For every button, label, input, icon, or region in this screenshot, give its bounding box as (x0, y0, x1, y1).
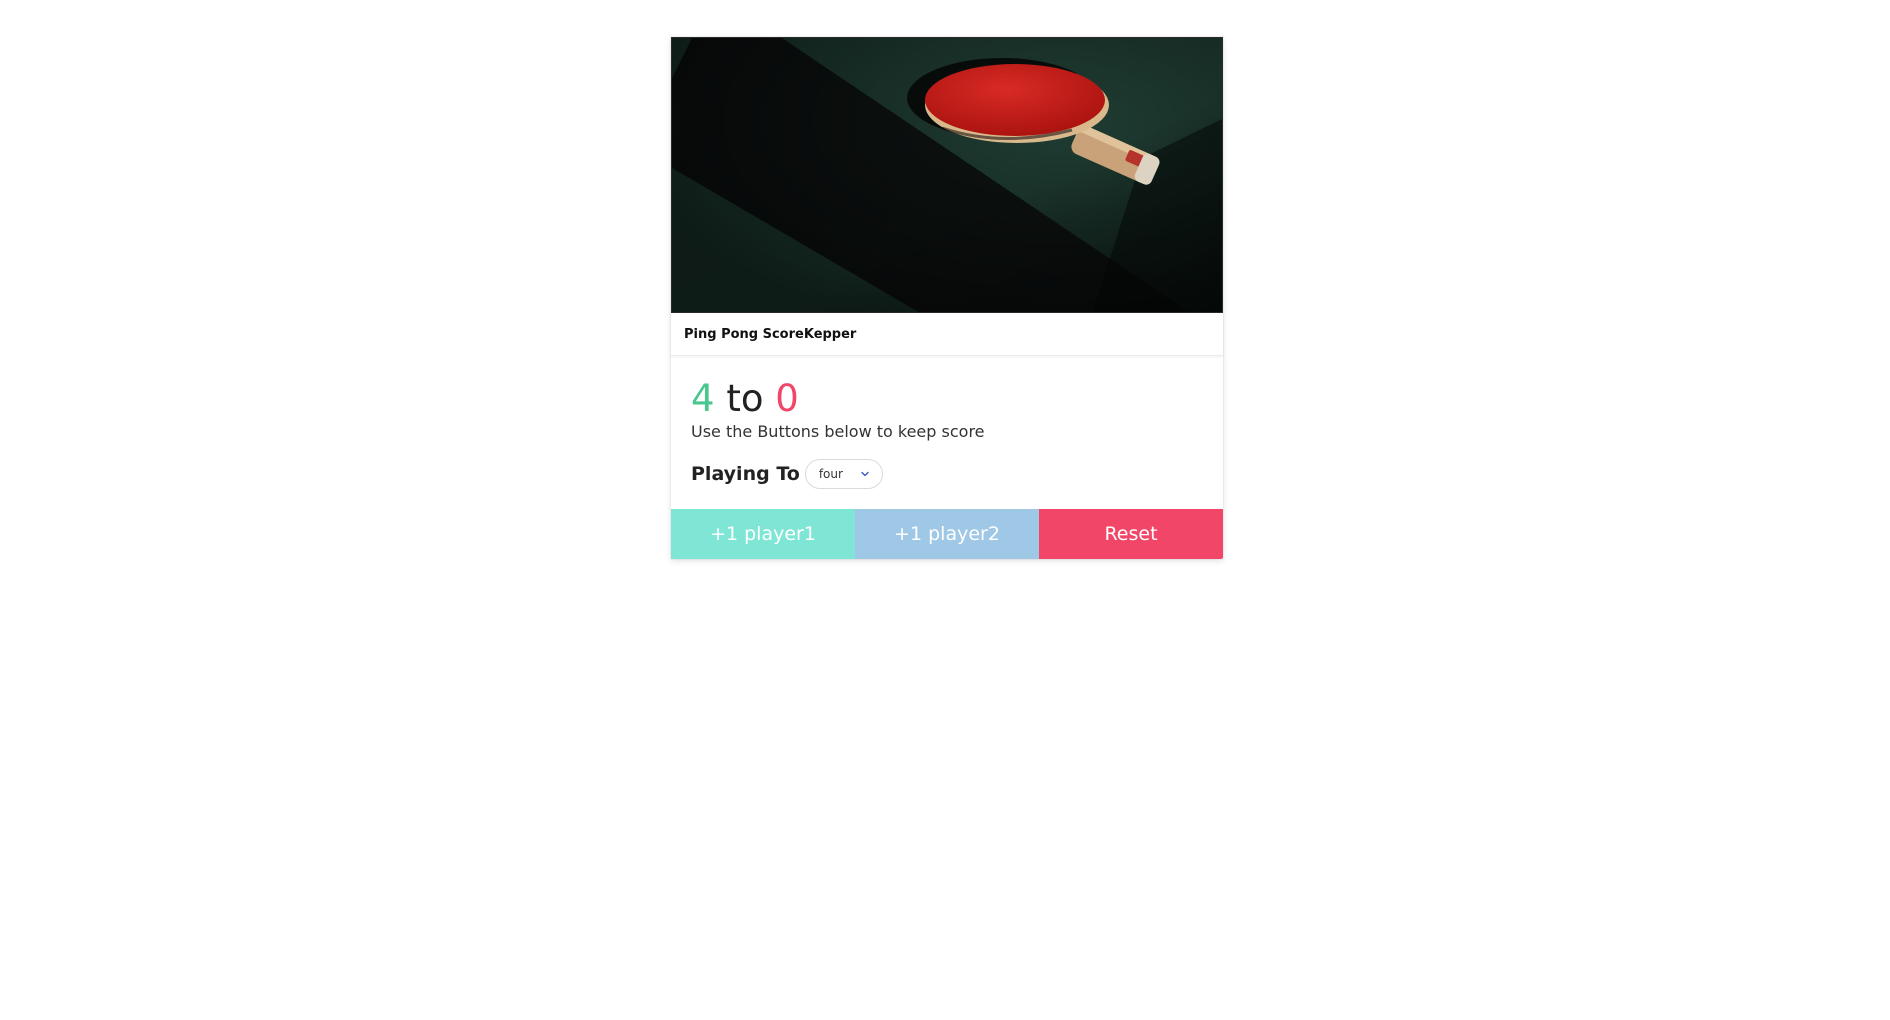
player2-score: 0 (775, 377, 799, 420)
card-title: Ping Pong ScoreKepper (684, 326, 857, 342)
player1-score: 4 (691, 377, 715, 420)
playing-to-label: Playing To (691, 463, 800, 485)
score-separator: to (726, 377, 764, 420)
add-point-player1-button[interactable]: +1 player1 (671, 509, 855, 559)
add-point-player2-button[interactable]: +1 player2 (855, 509, 1039, 559)
score-display: 4 to 0 (691, 378, 1203, 420)
card-content: 4 to 0 Use the Buttons below to keep sco… (671, 356, 1223, 509)
instructions-text: Use the Buttons below to keep score (691, 422, 985, 441)
chevron-down-icon (861, 471, 869, 477)
button-footer: +1 player1 +1 player2 Reset (671, 509, 1223, 559)
card-header: Ping Pong ScoreKepper (671, 313, 1223, 356)
playing-to-row: Playing To four (691, 459, 1203, 489)
playing-to-selected-value: four (818, 467, 843, 481)
reset-button[interactable]: Reset (1039, 509, 1223, 559)
scorekeeper-card: Ping Pong ScoreKepper 4 to 0 Use the But… (671, 37, 1223, 559)
playing-to-select[interactable]: four (804, 459, 883, 489)
ping-pong-paddle-image (671, 37, 1223, 313)
